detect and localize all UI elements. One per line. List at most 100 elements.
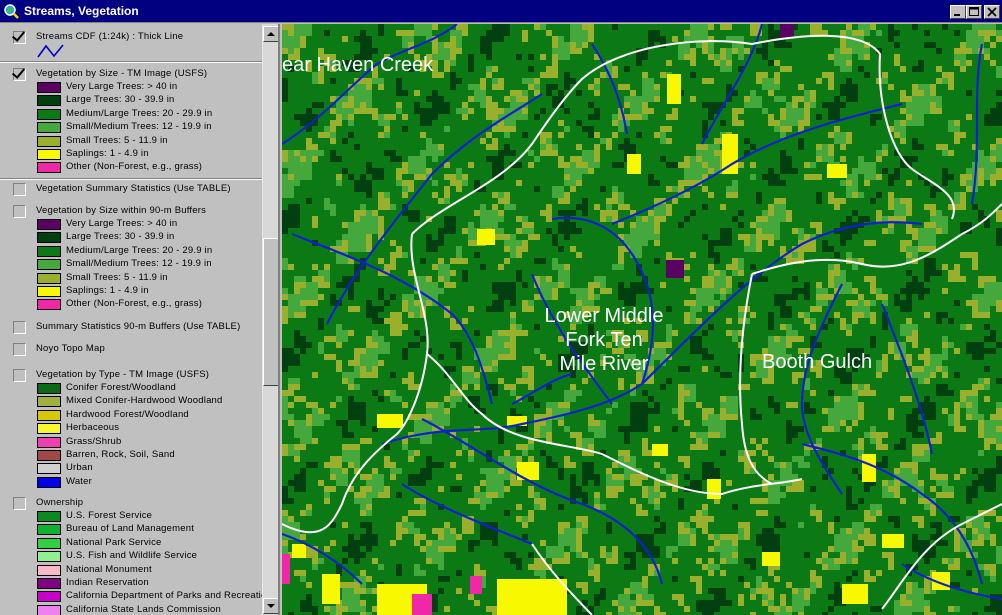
- legend-swatch: [37, 578, 61, 589]
- legend-item-label: Saplings: 1 - 4.9 in: [66, 148, 149, 159]
- layer-title[interactable]: Noyo Topo Map: [36, 343, 105, 354]
- legend-swatch: [37, 245, 61, 257]
- legend-item-label: Indian Reservation: [66, 577, 149, 588]
- legend-item-label: California Department of Parks and Recre…: [66, 590, 262, 602]
- vegetation-patch: [862, 454, 876, 482]
- legend-item-label: Bureau of Land Management: [66, 523, 195, 535]
- minimize-icon: [954, 14, 960, 16]
- maximize-button[interactable]: [966, 5, 982, 19]
- layer-title[interactable]: Summary Statistics 90-m Buffers (Use TAB…: [36, 321, 240, 332]
- vegetation-patch: [282, 554, 290, 584]
- legend-swatch: [37, 286, 61, 297]
- legend-item-label: California State Lands Commission: [66, 603, 221, 615]
- legend-swatch: [37, 122, 61, 134]
- vegetation-patch: [780, 24, 794, 38]
- legend-swatch: [37, 450, 61, 461]
- legend-item-label: Grass/Shrub: [66, 435, 122, 447]
- vegetation-patch: [666, 260, 684, 278]
- legend-item-label: U.S. Forest Service: [66, 510, 153, 521]
- vegetation-patch: [842, 584, 868, 604]
- layer-title[interactable]: Vegetation by Size within 90-m Buffers: [36, 205, 206, 216]
- scroll-down-button[interactable]: [263, 598, 278, 614]
- legend-divider: [0, 178, 262, 180]
- legend-table-of-contents[interactable]: Streams CDF (1:24k) : Thick Line Vegetati…: [0, 24, 280, 615]
- vegetation-patch: [292, 544, 306, 558]
- vegetation-patch: [497, 579, 567, 615]
- layer-title[interactable]: Vegetation by Size - TM Image (USFS): [36, 68, 207, 79]
- vegetation-patch: [470, 576, 482, 594]
- layer-visibility-checkbox[interactable]: [13, 369, 26, 382]
- legend-item-label: Conifer Forest/Woodland: [66, 382, 177, 393]
- legend-swatch: [37, 564, 61, 576]
- legend-item-label: Medium/Large Trees: 20 - 29.9 in: [66, 107, 213, 119]
- vegetation-patch: [707, 479, 721, 499]
- layer-visibility-checkbox[interactable]: [13, 343, 26, 356]
- title-bar[interactable]: Streams, Vegetation: [0, 0, 1002, 23]
- legend-swatch: [37, 232, 61, 244]
- legend-item-label: Urban: [66, 462, 93, 474]
- legend-swatch: [37, 272, 61, 284]
- legend-swatch: [37, 423, 61, 435]
- minimize-button[interactable]: [950, 5, 966, 19]
- legend-item-label: Small Trees: 5 - 11.9 in: [66, 134, 168, 146]
- legend-swatch: [37, 95, 61, 107]
- maximize-icon: [969, 7, 979, 16]
- legend-swatch: [37, 511, 61, 522]
- legend-item-label: Barren, Rock, Soil, Sand: [66, 449, 175, 460]
- legend-item-label: Large Trees: 30 - 39.9 in: [66, 94, 175, 106]
- legend-swatch: [37, 259, 61, 271]
- legend-swatch: [37, 409, 61, 421]
- legend-item-label: Small Trees: 5 - 11.9 in: [66, 271, 168, 283]
- legend-item-label: Other (Non-Forest, e.g., grass): [66, 298, 203, 310]
- scroll-up-button[interactable]: [263, 26, 278, 42]
- legend-swatch: [37, 149, 61, 160]
- stream-line-icon: [37, 44, 64, 58]
- legend-item-label: Medium/Large Trees: 20 - 29.9 in: [66, 244, 213, 256]
- legend-swatch: [37, 135, 61, 147]
- arrow-down-icon: [267, 604, 275, 608]
- close-icon: [987, 7, 997, 17]
- legend-list: Streams CDF (1:24k) : Thick Line Vegetati…: [0, 24, 262, 615]
- vegetation-patch: [412, 594, 432, 615]
- legend-divider: [0, 61, 262, 63]
- legend-swatch: [37, 108, 61, 120]
- map-view[interactable]: ear Haven Creek Lower Middle Fork Ten Mi…: [282, 24, 1002, 615]
- layer-visibility-checkbox[interactable]: [13, 497, 26, 510]
- layer-title[interactable]: Vegetation Summary Statistics (Use TABLE…: [36, 183, 231, 194]
- vegetation-patch: [477, 229, 495, 245]
- magnifier-globe-icon: [4, 4, 19, 19]
- close-button[interactable]: [984, 5, 1000, 19]
- legend-swatch: [37, 162, 61, 174]
- legend-item-label: Large Trees: 30 - 39.9 in: [66, 231, 175, 243]
- layer-visibility-checkbox[interactable]: [13, 183, 26, 196]
- legend-item-label: Hardwood Forest/Woodland: [66, 408, 189, 420]
- legend-swatch: [37, 436, 61, 448]
- layer-visibility-checkbox[interactable]: [13, 321, 26, 334]
- map-label-bear-haven-creek: ear Haven Creek: [282, 54, 434, 76]
- legend-item-label: Very Large Trees: > 40 in: [66, 218, 178, 229]
- window-title: Streams, Vegetation: [24, 4, 139, 18]
- map-label-lower-middle-fork: Lower Middle Fork Ten Mile River: [544, 305, 664, 375]
- vegetation-patch: [652, 444, 668, 456]
- legend-swatch: [37, 604, 61, 615]
- legend-item-label: National Monument: [66, 563, 152, 575]
- app-window: Streams, Vegetation Streams CDF (1:24k) …: [0, 0, 1002, 615]
- layer-title[interactable]: Vegetation by Type - TM Image (USFS): [36, 369, 209, 380]
- legend-scrollbar[interactable]: [262, 24, 278, 615]
- layer-title[interactable]: Streams CDF (1:24k) : Thick Line: [36, 31, 183, 42]
- legend-swatch: [37, 396, 61, 408]
- legend-item-label: Herbaceous: [66, 422, 120, 434]
- layer-visibility-checkbox[interactable]: [13, 68, 26, 81]
- scroll-thumb[interactable]: [263, 238, 278, 386]
- map-label-booth-gulch: Booth Gulch: [762, 351, 873, 373]
- legend-swatch: [37, 463, 61, 475]
- legend-swatch: [37, 524, 61, 536]
- layer-visibility-checkbox[interactable]: [13, 31, 26, 44]
- layer-visibility-checkbox[interactable]: [13, 205, 26, 218]
- arrow-up-icon: [267, 32, 275, 36]
- legend-item-label: Mixed Conifer-Hardwood Woodland: [66, 395, 223, 407]
- legend-swatch: [37, 299, 61, 311]
- legend-swatch: [37, 551, 61, 563]
- legend-swatch: [37, 383, 61, 394]
- layer-title[interactable]: Ownership: [36, 497, 83, 508]
